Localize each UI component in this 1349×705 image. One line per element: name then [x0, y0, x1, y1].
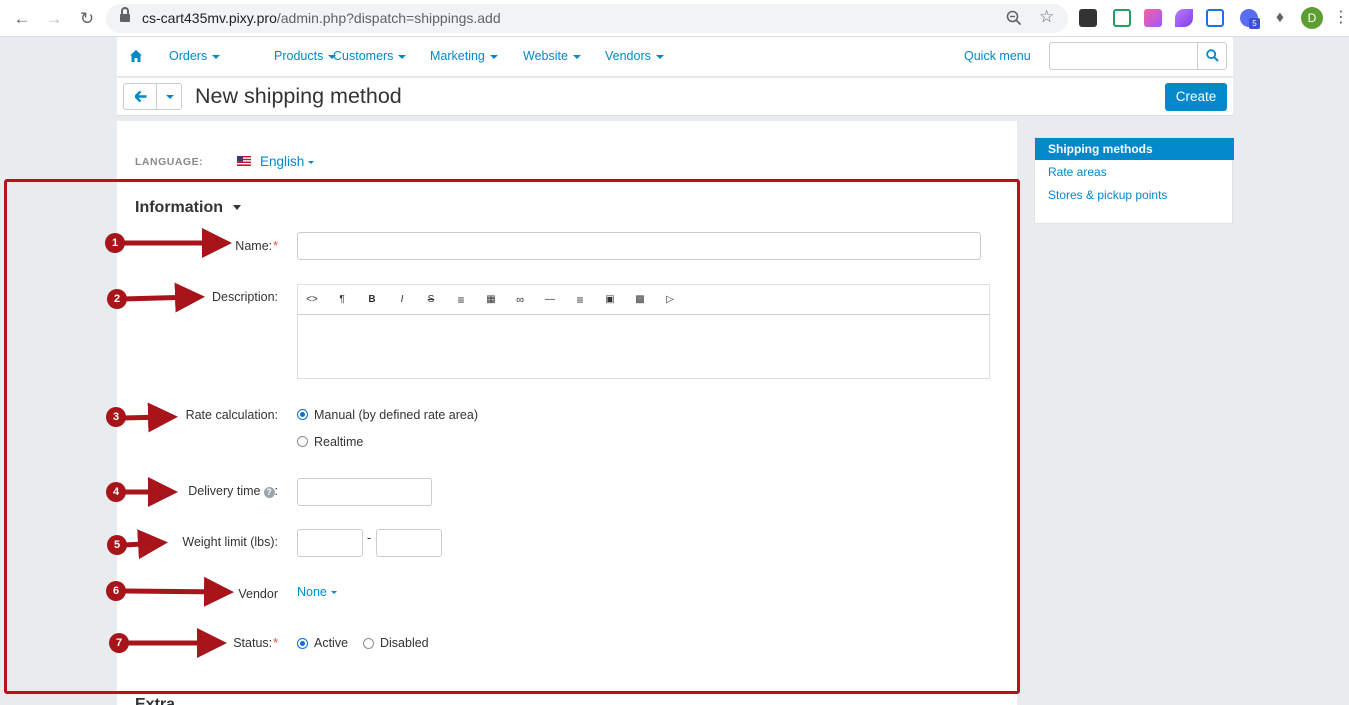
avatar[interactable]: D	[1301, 7, 1323, 29]
sidebar-nav: Shipping methods Rate areas Stores & pic…	[1034, 137, 1234, 224]
address-bar[interactable]: cs-cart435mv.pixy.pro/admin.php?dispatch…	[106, 4, 1068, 33]
menu-marketing[interactable]: Marketing	[430, 49, 498, 63]
annotation-number: 5	[107, 535, 127, 555]
us-flag-icon	[237, 156, 251, 166]
image-extension-icon[interactable]	[1206, 9, 1224, 27]
chevron-down-icon	[308, 160, 315, 164]
browser-toolbar: ← → ↻ cs-cart435mv.pixy.pro/admin.php?di…	[0, 0, 1349, 37]
admin-search-input[interactable]	[1049, 42, 1227, 70]
pen-extension-icon[interactable]	[1175, 9, 1193, 27]
zoom-icon[interactable]	[1006, 10, 1022, 26]
arrow-left-icon	[135, 91, 147, 102]
annotation-number: 4	[106, 482, 126, 502]
chevron-down-icon	[212, 54, 221, 59]
sidebar-item-shipping-methods[interactable]: Shipping methods	[1035, 138, 1234, 160]
menu-orders[interactable]: Orders	[169, 49, 221, 63]
annotation-number: 7	[109, 633, 129, 653]
page-title: New shipping method	[195, 84, 402, 108]
gradient-extension-icon[interactable]	[1144, 9, 1162, 27]
annotation-number: 1	[105, 233, 125, 253]
puzzle-icon[interactable]: ♦	[1271, 9, 1289, 27]
url-text: cs-cart435mv.pixy.pro/admin.php?dispatch…	[142, 10, 501, 26]
page-header: New shipping method Create	[117, 78, 1233, 116]
create-button[interactable]: Create	[1165, 83, 1227, 111]
annotation-number: 3	[106, 407, 126, 427]
chevron-down-icon	[572, 54, 581, 59]
back-dropdown-button[interactable]	[156, 83, 182, 110]
language-selector[interactable]: English	[260, 154, 315, 169]
gear-extension-icon[interactable]: 5	[1240, 9, 1260, 29]
annotation-number: 2	[107, 289, 127, 309]
chevron-down-icon	[489, 54, 498, 59]
sidebar-item-rate-areas[interactable]: Rate areas	[1035, 161, 1234, 183]
se-extension-icon[interactable]	[1079, 9, 1097, 27]
menu-customers[interactable]: Customers	[333, 49, 407, 63]
quick-menu-link[interactable]: Quick menu	[964, 49, 1031, 63]
bookmark-star-icon[interactable]: ☆	[1039, 7, 1054, 27]
mail-extension-icon[interactable]	[1113, 9, 1131, 27]
kebab-menu-icon[interactable]: ⋮	[1333, 7, 1349, 27]
chevron-down-icon	[166, 95, 174, 99]
admin-top-menu: Orders Products Customers Marketing Webs…	[117, 37, 1233, 77]
reload-icon[interactable]: ↻	[75, 7, 99, 31]
back-button[interactable]	[123, 83, 157, 110]
home-icon[interactable]	[129, 49, 143, 63]
search-button[interactable]	[1197, 43, 1226, 69]
chevron-down-icon	[398, 54, 407, 59]
menu-products[interactable]: Products	[274, 49, 337, 63]
lock-icon	[120, 7, 130, 23]
back-arrow-icon[interactable]: ←	[10, 7, 34, 31]
annotation-number: 6	[106, 581, 126, 601]
annotation-frame	[4, 179, 1020, 694]
extension-badge: 5	[1249, 18, 1260, 29]
search-icon	[1206, 49, 1219, 62]
language-label: LANGUAGE:	[135, 156, 204, 168]
menu-website[interactable]: Website	[523, 49, 581, 63]
menu-vendors[interactable]: Vendors	[605, 49, 664, 63]
forward-arrow-icon[interactable]: →	[42, 7, 66, 31]
sidebar-item-stores-pickup-points[interactable]: Stores & pickup points	[1035, 184, 1234, 206]
chevron-down-icon	[655, 54, 664, 59]
section-title-extra[interactable]: Extra	[135, 696, 175, 705]
